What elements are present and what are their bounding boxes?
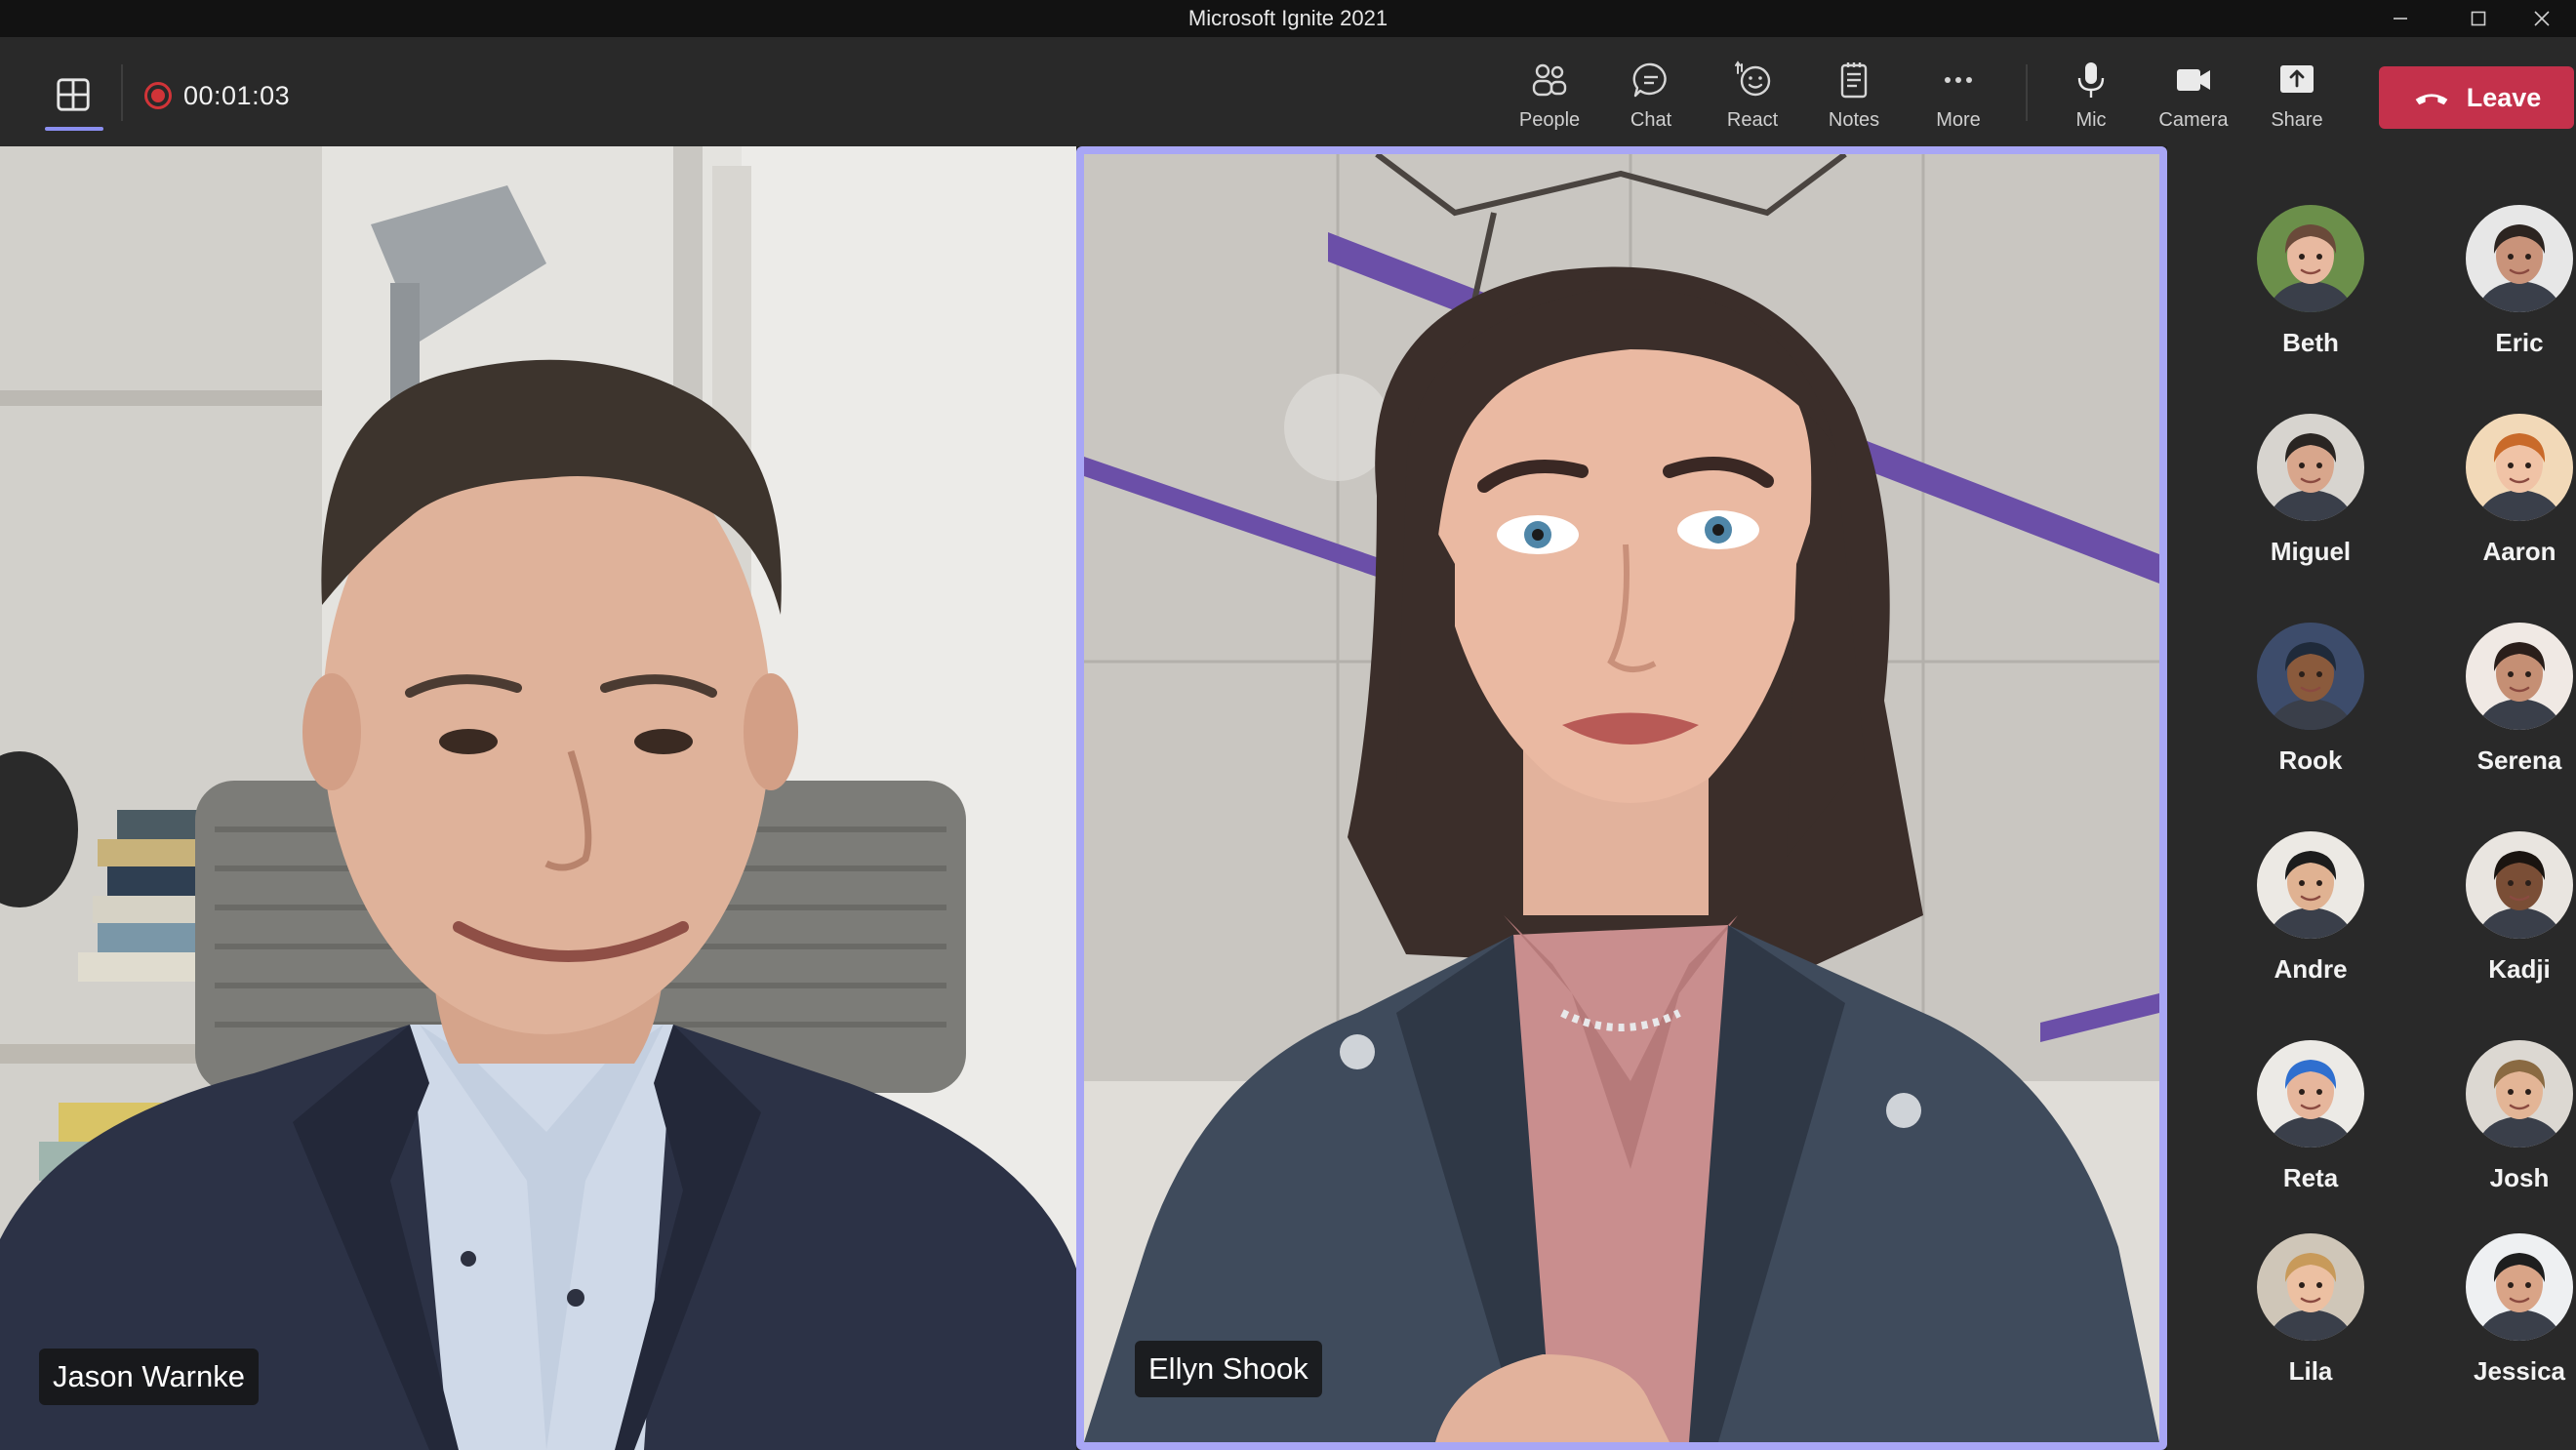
- share-label: Share: [2271, 109, 2323, 131]
- participant-aaron[interactable]: Aaron: [2446, 414, 2576, 609]
- participant-beth[interactable]: Beth: [2237, 205, 2384, 400]
- name-tag-ellyn: Ellyn Shook: [1135, 1341, 1322, 1397]
- avatar-video: [1084, 154, 2159, 1442]
- more-label: More: [1936, 109, 1981, 131]
- close-icon: [2534, 11, 2550, 26]
- maximize-button[interactable]: [2439, 0, 2517, 37]
- participant-josh[interactable]: Josh: [2446, 1040, 2576, 1235]
- meeting-stage: Jason Warnke Ellyn Shook Beth Eric Migue…: [0, 146, 2576, 1450]
- layout-button[interactable]: [47, 68, 100, 121]
- more-icon: [1937, 59, 1980, 101]
- participant-name: Serena: [2476, 745, 2562, 775]
- people-icon: [1528, 59, 1571, 101]
- avatar: [2466, 205, 2573, 312]
- participant-kadji[interactable]: Kadji: [2446, 831, 2576, 1027]
- participant-name: Lila: [2288, 1356, 2333, 1386]
- notes-icon: [1832, 59, 1875, 101]
- avatar: [2257, 414, 2364, 521]
- participant-rook[interactable]: Rook: [2237, 623, 2384, 818]
- avatar: [2466, 1040, 2573, 1148]
- avatar: [2466, 623, 2573, 730]
- share-button[interactable]: Share: [2248, 59, 2346, 141]
- recording-indicator: 00:01:03: [144, 76, 290, 115]
- mic-button[interactable]: Mic: [2042, 59, 2140, 141]
- participant-name: Andre: [2274, 954, 2348, 984]
- participant-name: Miguel: [2270, 537, 2352, 566]
- avatar: [2257, 1233, 2364, 1341]
- avatar: [2466, 831, 2573, 939]
- participant-jessica[interactable]: Jessica: [2446, 1233, 2576, 1429]
- chat-button[interactable]: Chat: [1602, 59, 1700, 141]
- people-label: People: [1518, 109, 1581, 131]
- grid-layout-icon: [57, 78, 90, 111]
- participant-name: Kadji: [2488, 954, 2551, 984]
- mic-icon: [2070, 59, 2113, 101]
- name-tag-jason: Jason Warnke: [39, 1349, 259, 1405]
- participant-andre[interactable]: Andre: [2237, 831, 2384, 1027]
- participant-video: [0, 146, 1076, 1450]
- react-button[interactable]: React: [1704, 59, 1801, 141]
- camera-icon: [2172, 59, 2215, 101]
- avatar: [2466, 1233, 2573, 1341]
- participant-name: Reta: [2282, 1163, 2339, 1192]
- leave-label: Leave: [2466, 82, 2542, 112]
- window-title: Microsoft Ignite 2021: [1187, 6, 1389, 30]
- minimize-button[interactable]: [2361, 0, 2439, 37]
- avatar: [2257, 623, 2364, 730]
- participant-reta[interactable]: Reta: [2237, 1040, 2384, 1235]
- more-button[interactable]: More: [1910, 59, 2007, 141]
- toolbar-divider: [2026, 64, 2028, 121]
- notes-button[interactable]: Notes: [1805, 59, 1903, 141]
- participant-name: Beth: [2282, 328, 2339, 357]
- video-tile-ellyn[interactable]: Ellyn Shook: [1076, 146, 2167, 1450]
- avatar: [2257, 831, 2364, 939]
- notes-label: Notes: [1828, 109, 1880, 131]
- minimize-icon: [2394, 18, 2407, 20]
- record-icon: [144, 82, 172, 109]
- title-bar: Microsoft Ignite 2021: [0, 0, 2576, 37]
- video-tile-jason[interactable]: Jason Warnke: [0, 146, 1076, 1450]
- close-window-button[interactable]: [2508, 0, 2576, 37]
- chat-icon: [1630, 59, 1672, 101]
- toolbar-divider: [121, 64, 123, 121]
- participant-name: Rook: [2278, 745, 2343, 775]
- participant-name: Eric: [2495, 328, 2544, 357]
- phone-hangup-icon: [2415, 94, 2448, 105]
- camera-button[interactable]: Camera: [2145, 59, 2242, 141]
- leave-button[interactable]: Leave: [2379, 66, 2574, 129]
- people-button[interactable]: People: [1501, 59, 1598, 141]
- share-icon: [2275, 59, 2318, 101]
- maximize-icon: [2471, 11, 2486, 26]
- participants-panel: Beth Eric Miguel Aaron Rook Serena Andre Kadji R…: [2167, 146, 2576, 1450]
- react-icon: [1731, 59, 1774, 101]
- mic-label: Mic: [2075, 109, 2107, 131]
- react-label: React: [1726, 109, 1779, 131]
- meeting-toolbar: 00:01:03 People Chat React Notes More Mi…: [0, 37, 2576, 146]
- active-view-indicator: [45, 127, 103, 131]
- avatar: [2257, 205, 2364, 312]
- participant-miguel[interactable]: Miguel: [2237, 414, 2384, 609]
- chat-label: Chat: [1630, 109, 1672, 131]
- participant-serena[interactable]: Serena: [2446, 623, 2576, 818]
- participant-name: Jessica: [2474, 1356, 2565, 1386]
- recording-timer: 00:01:03: [183, 80, 291, 110]
- participant-lila[interactable]: Lila: [2237, 1233, 2384, 1429]
- avatar: [2257, 1040, 2364, 1148]
- avatar: [2466, 414, 2573, 521]
- participant-eric[interactable]: Eric: [2446, 205, 2576, 400]
- participant-name: Josh: [2489, 1163, 2550, 1192]
- camera-label: Camera: [2158, 109, 2229, 131]
- participant-name: Aaron: [2482, 537, 2556, 566]
